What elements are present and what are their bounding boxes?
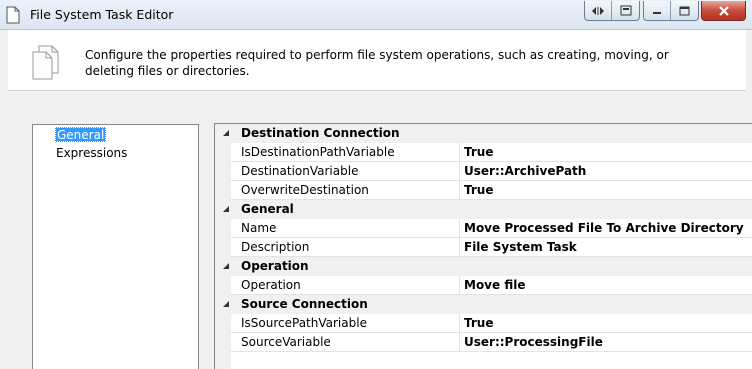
header-panel: Configure the properties required to per…: [8, 30, 746, 90]
header-description: Configure the properties required to per…: [85, 48, 669, 78]
nav-item-expressions[interactable]: Expressions: [55, 146, 128, 161]
close-icon: [718, 5, 729, 16]
property-value[interactable]: True: [460, 143, 752, 162]
category-general[interactable]: General: [215, 200, 752, 219]
property-value[interactable]: True: [460, 314, 752, 333]
title-bar: File System Task Editor: [0, 0, 752, 30]
collapse-arrow-icon[interactable]: [221, 261, 231, 271]
documents-icon: [32, 45, 59, 80]
document-icon: [6, 6, 20, 24]
split-arrows-icon[interactable]: [585, 1, 612, 20]
window-title: File System Task Editor: [30, 7, 174, 22]
category-source-connection[interactable]: Source Connection: [215, 295, 752, 314]
property-row[interactable]: Name Move Processed File To Archive Dire…: [215, 219, 752, 238]
category-operation[interactable]: Operation: [215, 257, 752, 276]
close-button[interactable]: [701, 1, 746, 21]
property-name: Operation: [231, 276, 460, 295]
property-value[interactable]: User::ProcessingFile: [460, 333, 752, 352]
property-grid: Destination Connection IsDestinationPath…: [214, 123, 752, 369]
maximize-icon[interactable]: [671, 1, 698, 20]
category-label: Source Connection: [241, 297, 368, 311]
property-name: IsSourcePathVariable: [231, 314, 460, 333]
property-value[interactable]: True: [460, 181, 752, 200]
category-label: General: [241, 202, 294, 216]
property-name: SourceVariable: [231, 333, 460, 352]
property-row[interactable]: DestinationVariable User::ArchivePath: [215, 162, 752, 181]
property-name: OverwriteDestination: [231, 181, 460, 200]
navigation-list: General Expressions: [32, 124, 199, 369]
collapse-arrow-icon[interactable]: [221, 204, 231, 214]
property-name: IsDestinationPathVariable: [231, 143, 460, 162]
property-row[interactable]: Description File System Task: [215, 238, 752, 257]
window-controls: [643, 1, 699, 21]
collapse-arrow-icon[interactable]: [221, 128, 231, 138]
property-name: DestinationVariable: [231, 162, 460, 181]
property-value[interactable]: User::ArchivePath: [460, 162, 752, 181]
property-value[interactable]: File System Task: [460, 238, 752, 257]
property-row[interactable]: IsSourcePathVariable True: [215, 314, 752, 333]
property-row[interactable]: SourceVariable User::ProcessingFile: [215, 333, 752, 352]
minimize-icon[interactable]: [644, 1, 671, 20]
nav-item-general[interactable]: General: [55, 127, 107, 142]
category-label: Destination Connection: [241, 126, 400, 140]
property-row[interactable]: OverwriteDestination True: [215, 181, 752, 200]
property-name: Name: [231, 219, 460, 238]
property-name: Description: [231, 238, 460, 257]
tab-icon[interactable]: [612, 1, 639, 20]
property-row[interactable]: IsDestinationPathVariable True: [215, 143, 752, 162]
category-label: Operation: [241, 259, 309, 273]
extra-controls: [584, 1, 640, 21]
category-destination-connection[interactable]: Destination Connection: [215, 124, 752, 143]
collapse-arrow-icon[interactable]: [221, 299, 231, 309]
property-value[interactable]: Move Processed File To Archive Directory: [460, 219, 752, 238]
property-row[interactable]: Operation Move file: [215, 276, 752, 295]
property-value[interactable]: Move file: [460, 276, 752, 295]
